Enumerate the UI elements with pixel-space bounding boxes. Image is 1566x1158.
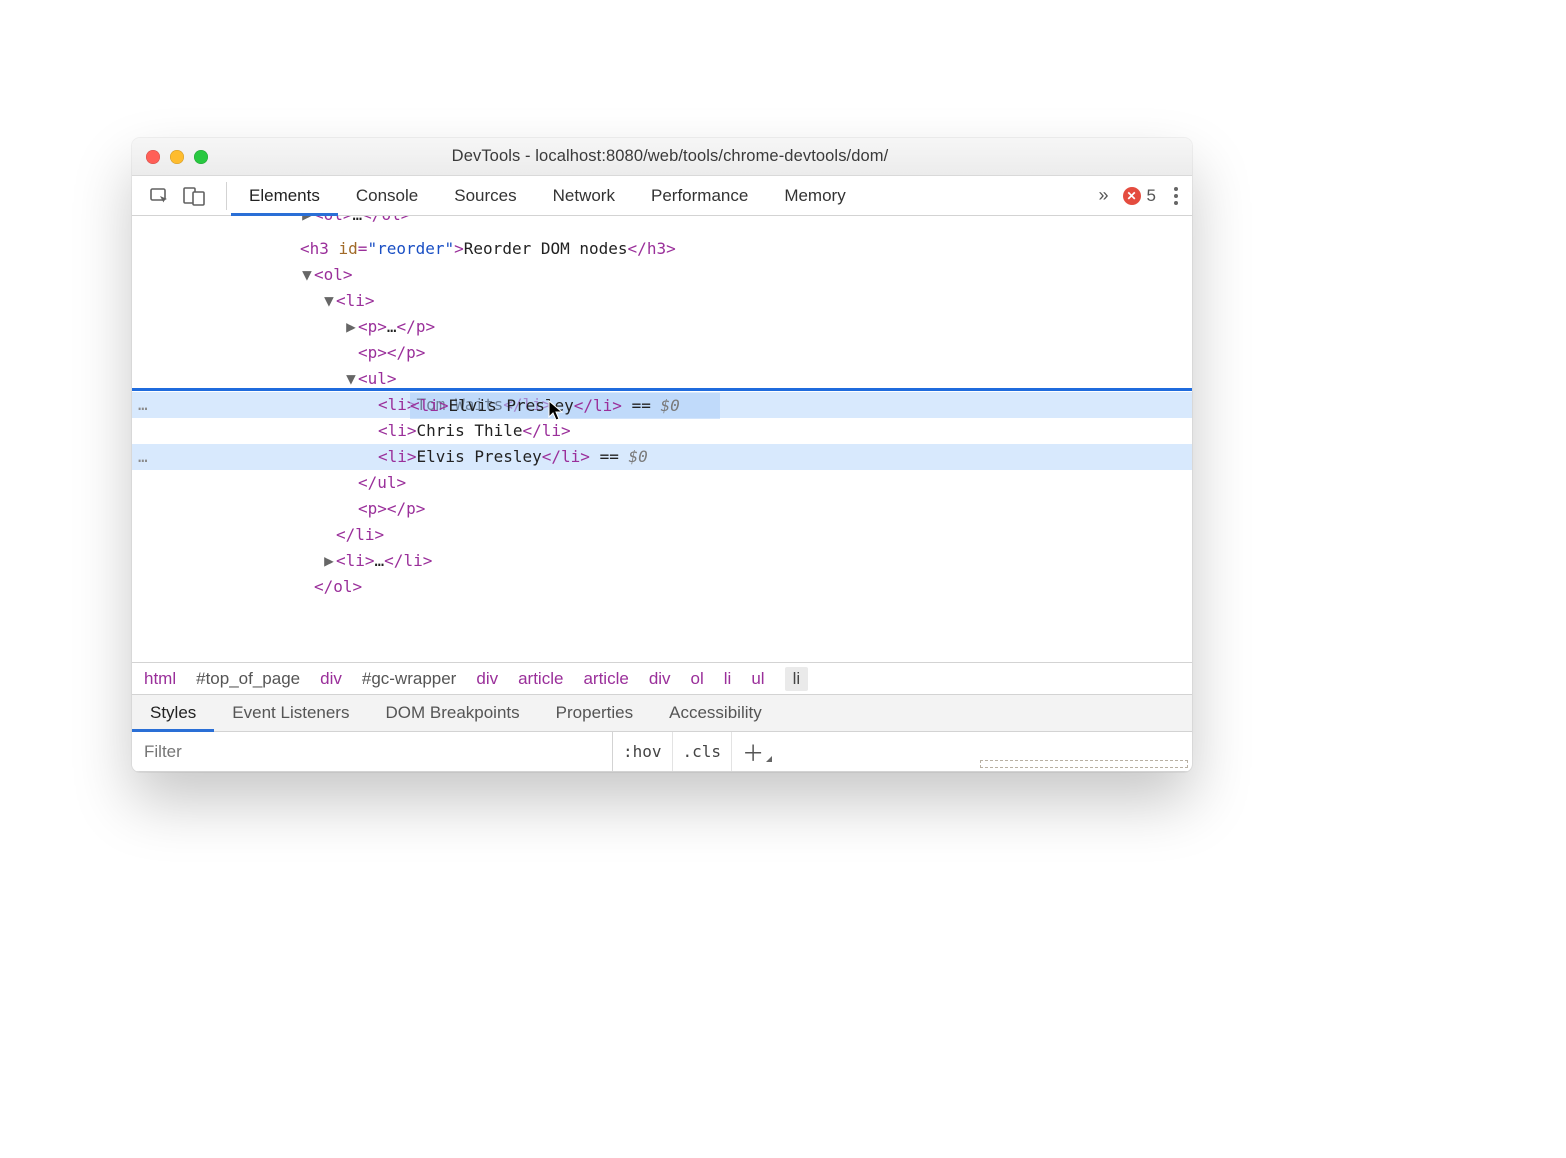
overflow-icon[interactable]: » [1099, 185, 1109, 206]
dom-line[interactable]: ▶<ol>…</ol> [132, 216, 1192, 228]
kebab-menu-icon[interactable] [1170, 183, 1182, 209]
cls-toggle[interactable]: .cls [673, 732, 733, 771]
hov-toggle[interactable]: :hov [613, 732, 673, 771]
dom-line[interactable]: <li>Chris Thile</li> [132, 418, 1192, 444]
tab-elements[interactable]: Elements [231, 176, 338, 215]
separator [226, 182, 227, 210]
subtab-properties[interactable]: Properties [538, 695, 651, 731]
crumb-gcwrapper[interactable]: #gc-wrapper [362, 669, 457, 689]
styles-filter-input[interactable] [132, 732, 612, 771]
new-style-rule-button[interactable]: ＋ [732, 736, 774, 768]
tab-console[interactable]: Console [338, 176, 436, 215]
dom-line[interactable]: <li>Elvis Presley</li> == $0 [132, 444, 1192, 470]
crumb-li[interactable]: li [785, 667, 809, 691]
traffic-lights [132, 150, 208, 164]
subtab-event-listeners[interactable]: Event Listeners [214, 695, 367, 731]
gutter-icon[interactable]: … [138, 444, 150, 470]
crumb-div[interactable]: div [649, 669, 671, 689]
styles-subtabs: StylesEvent ListenersDOM BreakpointsProp… [132, 694, 1192, 732]
crumb-div[interactable]: div [320, 669, 342, 689]
tab-network[interactable]: Network [535, 176, 633, 215]
devtools-window: DevTools - localhost:8080/web/tools/chro… [132, 138, 1192, 772]
drop-indicator [132, 388, 1192, 391]
dom-line[interactable]: </ul> [132, 470, 1192, 496]
tab-performance[interactable]: Performance [633, 176, 766, 215]
tab-sources[interactable]: Sources [436, 176, 534, 215]
dom-line[interactable]: </li> [132, 522, 1192, 548]
crumb-li[interactable]: li [724, 669, 732, 689]
dom-line[interactable]: ▶<li>…</li> [132, 548, 1192, 574]
titlebar[interactable]: DevTools - localhost:8080/web/tools/chro… [132, 138, 1192, 176]
crumb-ul[interactable]: ul [751, 669, 764, 689]
dom-line[interactable]: </ol> [132, 574, 1192, 600]
crumb-article[interactable]: article [583, 669, 628, 689]
styles-toolbar: :hov .cls ＋ [132, 732, 1192, 772]
dom-line[interactable]: ▼<li> [132, 288, 1192, 314]
device-toggle-icon[interactable] [180, 182, 208, 210]
gutter-icon[interactable]: … [138, 392, 150, 418]
dom-tree[interactable]: ▶<ol>…</ol> <h3 id="reorder">Reorder DOM … [132, 216, 1192, 662]
error-icon: ✕ [1123, 187, 1141, 205]
crumb-topofpage[interactable]: #top_of_page [196, 669, 300, 689]
dom-line[interactable]: ▶<p>…</p> [132, 314, 1192, 340]
box-model-preview [932, 732, 1192, 771]
subtab-accessibility[interactable]: Accessibility [651, 695, 780, 731]
error-badge[interactable]: ✕ 5 [1123, 186, 1156, 206]
close-icon[interactable] [146, 150, 160, 164]
breadcrumb[interactable]: html #top_of_page div #gc-wrapper div article… [132, 662, 1192, 694]
main-toolbar: ElementsConsoleSourcesNetworkPerformance… [132, 176, 1192, 216]
minimize-icon[interactable] [170, 150, 184, 164]
dom-line[interactable]: <h3 id="reorder">Reorder DOM nodes</h3> [132, 236, 1192, 262]
subtab-styles[interactable]: Styles [132, 695, 214, 731]
tab-memory[interactable]: Memory [766, 176, 863, 215]
crumb-article[interactable]: article [518, 669, 563, 689]
dom-line[interactable]: <p></p> [132, 496, 1192, 522]
dom-line[interactable]: <li>Tom Waits</li> [132, 392, 1192, 418]
crumb-html[interactable]: html [144, 669, 176, 689]
window-title: DevTools - localhost:8080/web/tools/chro… [208, 147, 1132, 166]
inspect-icon[interactable] [146, 182, 174, 210]
panel-tabs: ElementsConsoleSourcesNetworkPerformance… [231, 176, 864, 215]
crumb-ol[interactable]: ol [691, 669, 704, 689]
dom-line[interactable]: <p></p> [132, 340, 1192, 366]
subtab-dom-breakpoints[interactable]: DOM Breakpoints [367, 695, 537, 731]
dom-line[interactable]: ▼<ol> [132, 262, 1192, 288]
maximize-icon[interactable] [194, 150, 208, 164]
error-count: 5 [1147, 186, 1156, 206]
crumb-div[interactable]: div [476, 669, 498, 689]
